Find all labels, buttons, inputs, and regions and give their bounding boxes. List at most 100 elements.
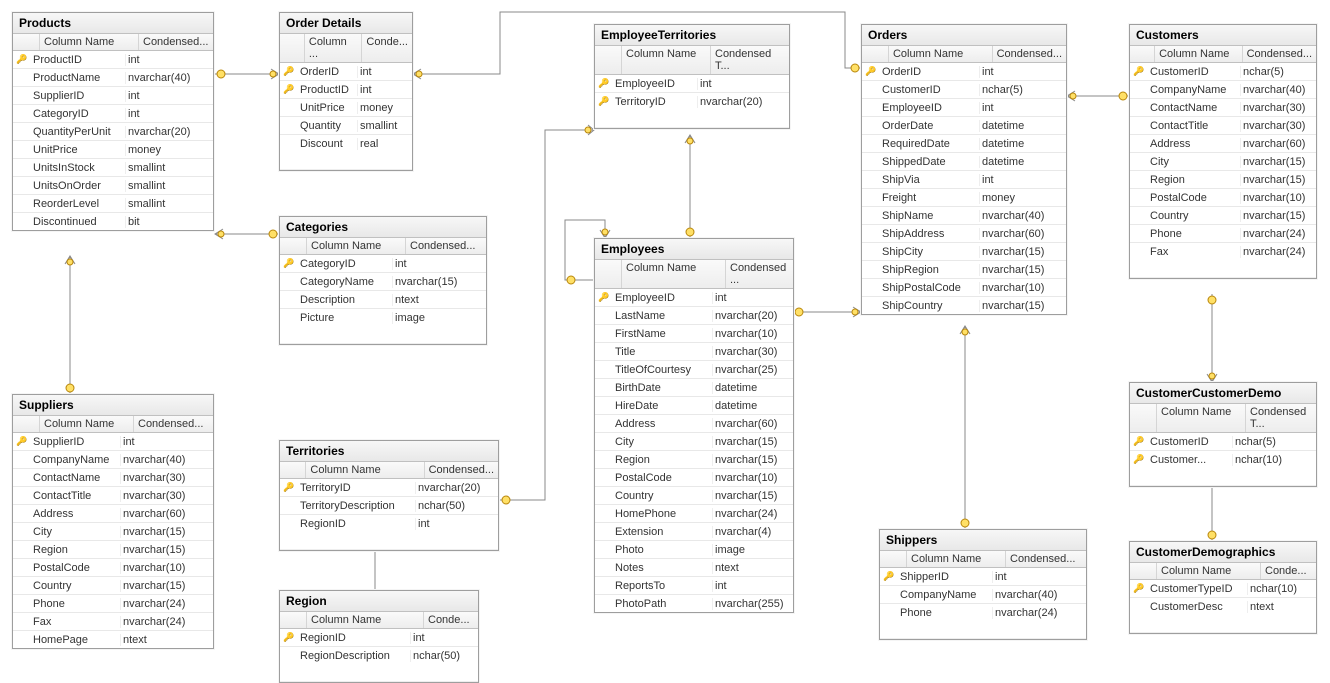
table-row[interactable]: ShipRegionnvarchar(15) bbox=[862, 261, 1066, 279]
table-row[interactable]: Addressnvarchar(60) bbox=[595, 415, 793, 433]
table-row[interactable]: Regionnvarchar(15) bbox=[13, 541, 213, 559]
table-row[interactable]: LastNamenvarchar(20) bbox=[595, 307, 793, 325]
table-row[interactable]: 🔑SupplierIDint bbox=[13, 433, 213, 451]
table-row[interactable]: ContactTitlenvarchar(30) bbox=[1130, 117, 1316, 135]
table-row[interactable]: Titlenvarchar(30) bbox=[595, 343, 793, 361]
table-row[interactable]: Faxnvarchar(24) bbox=[13, 613, 213, 631]
table-row[interactable]: Discontinuedbit bbox=[13, 213, 213, 230]
table-row[interactable]: ShipPostalCodenvarchar(10) bbox=[862, 279, 1066, 297]
table-row[interactable]: HireDatedatetime bbox=[595, 397, 793, 415]
table-row[interactable]: Phonenvarchar(24) bbox=[13, 595, 213, 613]
diagram-canvas[interactable]: Products Column Name Condensed... 🔑Produ… bbox=[0, 0, 1330, 666]
table-row[interactable]: UnitPricemoney bbox=[280, 99, 412, 117]
table-row[interactable]: 🔑OrderIDint bbox=[862, 63, 1066, 81]
table-row[interactable]: Citynvarchar(15) bbox=[595, 433, 793, 451]
table-row[interactable]: Citynvarchar(15) bbox=[1130, 153, 1316, 171]
table-row[interactable]: QuantityPerUnitnvarchar(20) bbox=[13, 123, 213, 141]
table-row[interactable]: 🔑CategoryIDint bbox=[280, 255, 486, 273]
table-row[interactable]: EmployeeIDint bbox=[862, 99, 1066, 117]
table-territories[interactable]: Territories Column Name Condensed... 🔑Te… bbox=[279, 440, 499, 551]
table-row[interactable]: CompanyNamenvarchar(40) bbox=[13, 451, 213, 469]
table-row[interactable]: Faxnvarchar(24) bbox=[1130, 243, 1316, 260]
table-row[interactable]: 🔑ProductIDint bbox=[280, 81, 412, 99]
table-region[interactable]: Region Column Name Conde... 🔑RegionIDint… bbox=[279, 590, 479, 683]
table-row[interactable]: Phonenvarchar(24) bbox=[880, 604, 1086, 621]
table-row[interactable]: ProductNamenvarchar(40) bbox=[13, 69, 213, 87]
table-row[interactable]: UnitsInStocksmallint bbox=[13, 159, 213, 177]
table-row[interactable]: 🔑OrderIDint bbox=[280, 63, 412, 81]
table-row[interactable]: Countrynvarchar(15) bbox=[595, 487, 793, 505]
table-row[interactable]: 🔑CustomerTypeIDnchar(10) bbox=[1130, 580, 1316, 598]
table-row[interactable]: 🔑CustomerIDnchar(5) bbox=[1130, 433, 1316, 451]
table-row[interactable]: Citynvarchar(15) bbox=[13, 523, 213, 541]
table-row[interactable]: CustomerDescntext bbox=[1130, 598, 1316, 615]
table-row[interactable]: ContactNamenvarchar(30) bbox=[1130, 99, 1316, 117]
table-row[interactable]: 🔑CustomerIDnchar(5) bbox=[1130, 63, 1316, 81]
table-row[interactable]: Discountreal bbox=[280, 135, 412, 152]
table-row[interactable]: CompanyNamenvarchar(40) bbox=[880, 586, 1086, 604]
table-row[interactable]: 🔑EmployeeIDint bbox=[595, 289, 793, 307]
table-orders[interactable]: Orders Column Name Condensed... 🔑OrderID… bbox=[861, 24, 1067, 315]
table-row[interactable]: Addressnvarchar(60) bbox=[13, 505, 213, 523]
table-row[interactable]: Descriptionntext bbox=[280, 291, 486, 309]
table-orderdetails[interactable]: Order Details Column ... Conde... 🔑Order… bbox=[279, 12, 413, 171]
table-customerdemographics[interactable]: CustomerDemographics Column Name Conde..… bbox=[1129, 541, 1317, 634]
table-row[interactable]: RegionIDint bbox=[280, 515, 498, 532]
table-row[interactable]: Addressnvarchar(60) bbox=[1130, 135, 1316, 153]
table-employees[interactable]: Employees Column Name Condensed ... 🔑Emp… bbox=[594, 238, 794, 613]
table-row[interactable]: UnitPricemoney bbox=[13, 141, 213, 159]
table-row[interactable]: ShipCitynvarchar(15) bbox=[862, 243, 1066, 261]
table-employeeterritories[interactable]: EmployeeTerritories Column Name Condense… bbox=[594, 24, 790, 129]
table-row[interactable]: RegionDescriptionnchar(50) bbox=[280, 647, 478, 664]
table-row[interactable]: TerritoryDescriptionnchar(50) bbox=[280, 497, 498, 515]
table-row[interactable]: Countrynvarchar(15) bbox=[1130, 207, 1316, 225]
table-row[interactable]: ShipViaint bbox=[862, 171, 1066, 189]
table-row[interactable]: FirstNamenvarchar(10) bbox=[595, 325, 793, 343]
table-row[interactable]: Phonenvarchar(24) bbox=[1130, 225, 1316, 243]
table-row[interactable]: ShippedDatedatetime bbox=[862, 153, 1066, 171]
table-row[interactable]: 🔑EmployeeIDint bbox=[595, 75, 789, 93]
table-row[interactable]: 🔑TerritoryIDnvarchar(20) bbox=[280, 479, 498, 497]
table-row[interactable]: Pictureimage bbox=[280, 309, 486, 326]
table-row[interactable]: TitleOfCourtesynvarchar(25) bbox=[595, 361, 793, 379]
table-row[interactable]: CompanyNamenvarchar(40) bbox=[1130, 81, 1316, 99]
table-products[interactable]: Products Column Name Condensed... 🔑Produ… bbox=[12, 12, 214, 231]
table-row[interactable]: PostalCodenvarchar(10) bbox=[1130, 189, 1316, 207]
table-row[interactable]: UnitsOnOrdersmallint bbox=[13, 177, 213, 195]
table-row[interactable]: Extensionnvarchar(4) bbox=[595, 523, 793, 541]
table-row[interactable]: SupplierIDint bbox=[13, 87, 213, 105]
table-customercustomerdemo[interactable]: CustomerCustomerDemo Column Name Condens… bbox=[1129, 382, 1317, 487]
table-row[interactable]: 🔑TerritoryIDnvarchar(20) bbox=[595, 93, 789, 110]
table-row[interactable]: 🔑Customer...nchar(10) bbox=[1130, 451, 1316, 468]
table-row[interactable]: CategoryNamenvarchar(15) bbox=[280, 273, 486, 291]
table-suppliers[interactable]: Suppliers Column Name Condensed... 🔑Supp… bbox=[12, 394, 214, 649]
table-shippers[interactable]: Shippers Column Name Condensed... 🔑Shipp… bbox=[879, 529, 1087, 640]
table-row[interactable]: BirthDatedatetime bbox=[595, 379, 793, 397]
table-categories[interactable]: Categories Column Name Condensed... 🔑Cat… bbox=[279, 216, 487, 345]
table-row[interactable]: OrderDatedatetime bbox=[862, 117, 1066, 135]
table-row[interactable]: CustomerIDnchar(5) bbox=[862, 81, 1066, 99]
table-row[interactable]: Freightmoney bbox=[862, 189, 1066, 207]
table-row[interactable]: Regionnvarchar(15) bbox=[1130, 171, 1316, 189]
table-row[interactable]: RequiredDatedatetime bbox=[862, 135, 1066, 153]
table-row[interactable]: Quantitysmallint bbox=[280, 117, 412, 135]
table-row[interactable]: ReorderLevelsmallint bbox=[13, 195, 213, 213]
table-row[interactable]: PhotoPathnvarchar(255) bbox=[595, 595, 793, 612]
table-row[interactable]: ContactTitlenvarchar(30) bbox=[13, 487, 213, 505]
table-row[interactable]: Photoimage bbox=[595, 541, 793, 559]
table-row[interactable]: ReportsToint bbox=[595, 577, 793, 595]
table-row[interactable]: ContactNamenvarchar(30) bbox=[13, 469, 213, 487]
table-row[interactable]: HomePagentext bbox=[13, 631, 213, 648]
table-row[interactable]: HomePhonenvarchar(24) bbox=[595, 505, 793, 523]
table-row[interactable]: Countrynvarchar(15) bbox=[13, 577, 213, 595]
table-row[interactable]: Notesntext bbox=[595, 559, 793, 577]
table-row[interactable]: PostalCodenvarchar(10) bbox=[595, 469, 793, 487]
table-row[interactable]: PostalCodenvarchar(10) bbox=[13, 559, 213, 577]
table-row[interactable]: Regionnvarchar(15) bbox=[595, 451, 793, 469]
table-row[interactable]: 🔑ProductIDint bbox=[13, 51, 213, 69]
table-row[interactable]: ShipAddressnvarchar(60) bbox=[862, 225, 1066, 243]
table-row[interactable]: 🔑ShipperIDint bbox=[880, 568, 1086, 586]
table-row[interactable]: CategoryIDint bbox=[13, 105, 213, 123]
table-customers[interactable]: Customers Column Name Condensed... 🔑Cust… bbox=[1129, 24, 1317, 279]
table-row[interactable]: 🔑RegionIDint bbox=[280, 629, 478, 647]
